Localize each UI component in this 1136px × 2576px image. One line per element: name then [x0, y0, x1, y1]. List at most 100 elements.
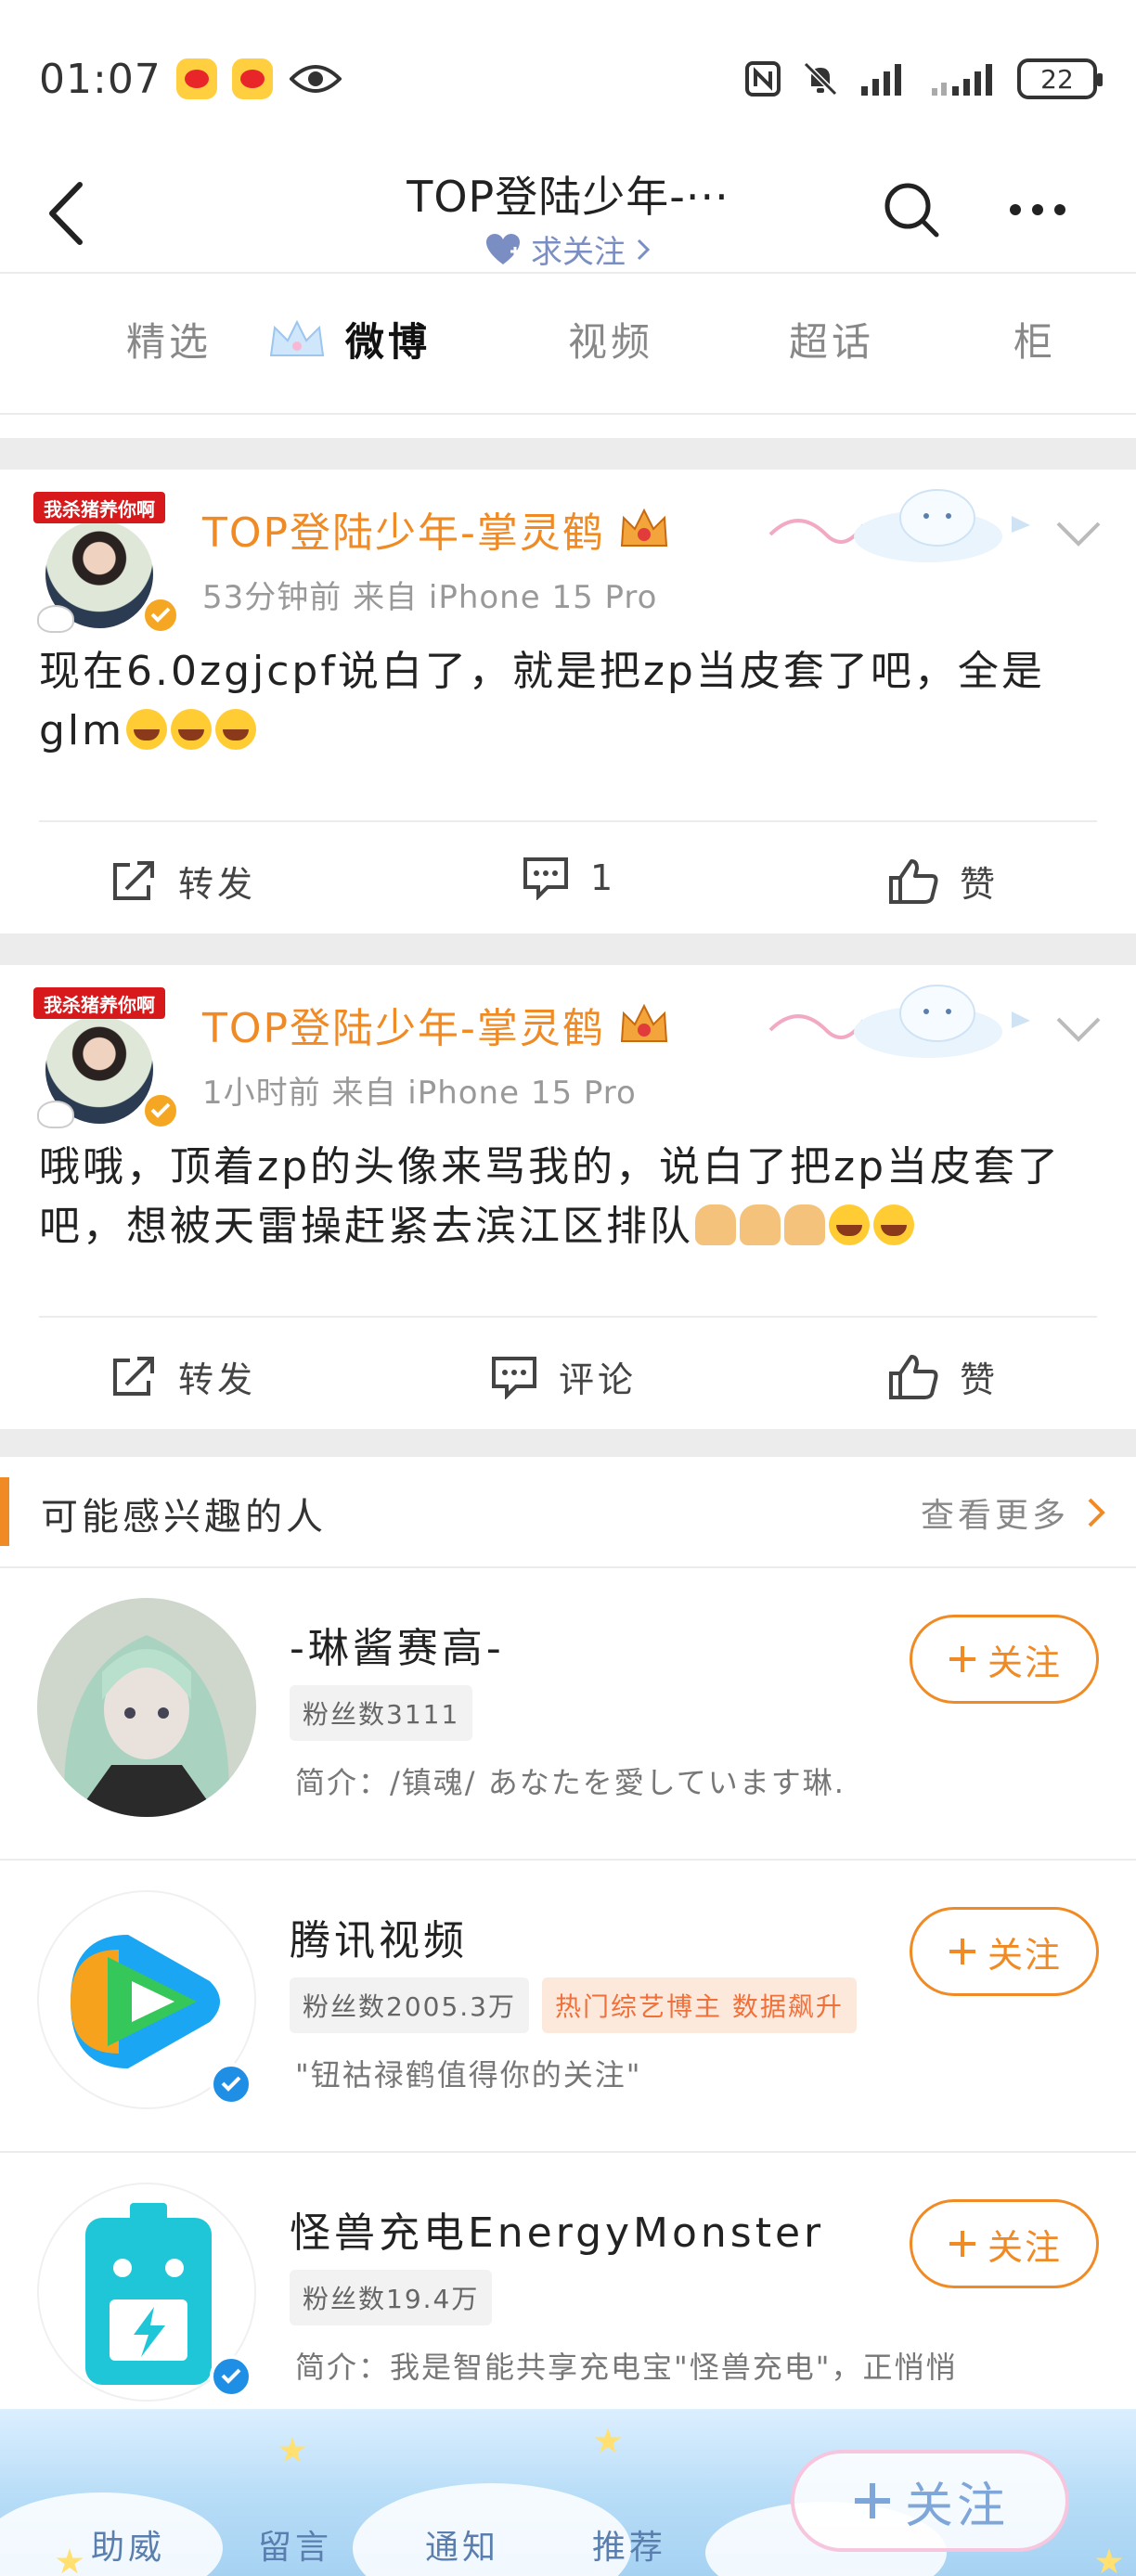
section-divider [0, 1429, 1136, 1457]
like-label: 赞 [960, 864, 1000, 905]
post-divider [39, 1316, 1097, 1318]
avatar-pet-decoration [37, 1101, 74, 1128]
follow-hint-label: 求关注 [531, 234, 626, 271]
signal-icon [861, 64, 901, 96]
praying-hands-emoji-icon [740, 1204, 781, 1245]
cloud-bunny-decoration [768, 985, 1030, 1058]
post-meta: 1小时前 来自 iPhone 15 Pro [202, 1075, 637, 1112]
laugh-emoji-icon [171, 709, 213, 750]
section-divider [0, 438, 1136, 470]
laugh-emoji-icon [215, 709, 257, 750]
comment-button[interactable]: 1 [522, 856, 616, 900]
user-avatar[interactable] [37, 1598, 256, 1817]
post-card[interactable]: 我杀猪养你啊 TOP登陆少年-掌灵鹤 53分钟前 来自 iPhone 15 Pr… [0, 470, 1136, 934]
see-more-link[interactable]: 查看更多 [921, 1488, 1106, 1537]
crown-icon [269, 319, 325, 356]
author-name: TOP登陆少年-掌灵鹤 [202, 509, 605, 557]
follower-count-tag: 粉丝数2005.3万 [290, 1977, 529, 2033]
bottom-action-bar: 助威 留言 通知 推荐 关注 [0, 2409, 1136, 2576]
follow-button[interactable]: 关注 [910, 1907, 1099, 1996]
repost-button[interactable]: 转发 [110, 856, 256, 907]
star-decoration [594, 2428, 622, 2454]
section-divider [0, 934, 1136, 965]
laugh-emoji-icon [829, 1204, 870, 1245]
suggested-user-card[interactable]: 怪兽充电EnergyMonster 粉丝数19.4万 简介：我是智能共享充电宝"… [0, 2153, 1136, 2445]
follow-hint-link[interactable]: 求关注 [484, 226, 652, 272]
verified-icon [141, 596, 180, 635]
tab-cabinet[interactable]: 柜 [1013, 311, 1056, 367]
plus-icon [949, 1938, 975, 1964]
author-avatar[interactable]: 我杀猪养你啊 [33, 987, 180, 1130]
user-name[interactable]: -琳酱赛高- [290, 1615, 505, 1674]
suggested-users-title: 可能感兴趣的人 [41, 1496, 327, 1539]
crown-badge-icon [620, 1003, 667, 1042]
star-decoration [278, 2437, 306, 2463]
recommend-button[interactable]: 推荐 [592, 2520, 666, 2569]
user-name[interactable]: 怪兽充电EnergyMonster [290, 2199, 824, 2259]
follower-count-tag: 粉丝数19.4万 [290, 2270, 493, 2325]
thumbs-up-icon [889, 858, 938, 904]
thumbs-up-icon [889, 1354, 938, 1399]
follower-count-tag: 粉丝数3111 [290, 1685, 473, 1741]
post-author[interactable]: TOP登陆少年-掌灵鹤 [202, 995, 670, 1054]
like-button[interactable]: 赞 [887, 856, 999, 907]
user-tags: 粉丝数19.4万 [290, 2270, 493, 2325]
post-author[interactable]: TOP登陆少年-掌灵鹤 [202, 499, 670, 559]
page-title: TOP登陆少年-··· [407, 172, 729, 222]
chevron-down-icon[interactable] [1052, 516, 1104, 553]
header-accent-bar [0, 1477, 9, 1546]
suggested-user-card[interactable]: -琳酱赛高- 粉丝数3111 简介：/镇魂/ あなたを愛しています琳. 关注 [0, 1568, 1136, 1861]
see-more-label: 查看更多 [920, 1497, 1069, 1535]
like-button[interactable]: 赞 [887, 1351, 999, 1402]
nav-bar: TOP登陆少年-··· 求关注 [0, 158, 1136, 274]
follow-button[interactable]: 关注 [910, 2199, 1099, 2288]
notify-button[interactable]: 通知 [425, 2520, 499, 2569]
verified-icon [210, 2355, 252, 2398]
nfc-icon [745, 61, 781, 97]
tab-super-topic[interactable]: 超话 [789, 311, 874, 367]
follow-main-label: 关注 [904, 2478, 1009, 2534]
signal-icon [932, 64, 992, 96]
comment-icon [492, 1356, 536, 1399]
avatar-banner-text: 我杀猪养你啊 [33, 492, 165, 523]
cheer-button[interactable]: 助威 [91, 2520, 165, 2569]
author-avatar[interactable]: 我杀猪养你啊 [33, 492, 180, 635]
user-bio: 简介：/镇魂/ あなたを愛しています琳. [295, 1765, 846, 1800]
more-icon[interactable] [1002, 174, 1073, 245]
chevron-right-icon [1088, 1498, 1105, 1527]
message-button[interactable]: 留言 [258, 2520, 332, 2569]
star-decoration [1095, 2548, 1123, 2574]
follow-main-button[interactable]: 关注 [791, 2450, 1069, 2552]
praying-hands-emoji-icon [695, 1204, 736, 1245]
user-bio: 简介：我是智能共享充电宝"怪兽充电"，正悄悄 [295, 2350, 958, 2385]
nav-title-block: TOP登陆少年-··· 求关注 [0, 158, 1136, 272]
comment-count: 1 [590, 857, 617, 898]
cloud-bunny-decoration [768, 489, 1030, 562]
hot-creator-tag: 热门综艺博主 数据飙升 [541, 1977, 857, 2033]
follow-button[interactable]: 关注 [910, 1615, 1099, 1704]
post-meta: 53分钟前 来自 iPhone 15 Pro [202, 579, 658, 616]
tab-featured[interactable]: 精选 [126, 311, 212, 367]
like-label: 赞 [960, 1359, 1000, 1400]
repost-button[interactable]: 转发 [110, 1351, 256, 1402]
mute-icon [803, 61, 838, 97]
crown-badge-icon [620, 508, 667, 547]
post-card[interactable]: 我杀猪养你啊 TOP登陆少年-掌灵鹤 1小时前 来自 iPhone 15 Pro… [0, 965, 1136, 1429]
tab-weibo[interactable]: 微博 [345, 311, 431, 367]
comment-label: 评论 [559, 1359, 638, 1400]
tab-video[interactable]: 视频 [568, 311, 653, 367]
repost-icon [113, 1356, 154, 1396]
search-icon[interactable] [876, 174, 947, 245]
repost-label: 转发 [178, 1359, 257, 1400]
user-bio: "钮祜禄鹤值得你的关注" [295, 2057, 642, 2093]
verified-icon [210, 2063, 252, 2106]
comment-button[interactable]: 评论 [490, 1351, 637, 1402]
chevron-down-icon[interactable] [1052, 1011, 1104, 1049]
verified-icon [141, 1091, 180, 1130]
laugh-emoji-icon [873, 1204, 914, 1245]
post-text: 现在6.0zgjcpf说白了，就是把zp当皮套了吧，全是glm [39, 642, 1106, 761]
user-tags: 粉丝数2005.3万 热门综艺博主 数据飙升 [290, 1977, 857, 2033]
post-text: 哦哦，顶着zp的头像来骂我的，说白了把zp当皮套了吧，想被天雷操赶紧去滨江区排队 [39, 1138, 1106, 1256]
suggested-user-card[interactable]: 腾讯视频 粉丝数2005.3万 热门综艺博主 数据飙升 "钮祜禄鹤值得你的关注"… [0, 1861, 1136, 2153]
user-name[interactable]: 腾讯视频 [290, 1907, 468, 1966]
